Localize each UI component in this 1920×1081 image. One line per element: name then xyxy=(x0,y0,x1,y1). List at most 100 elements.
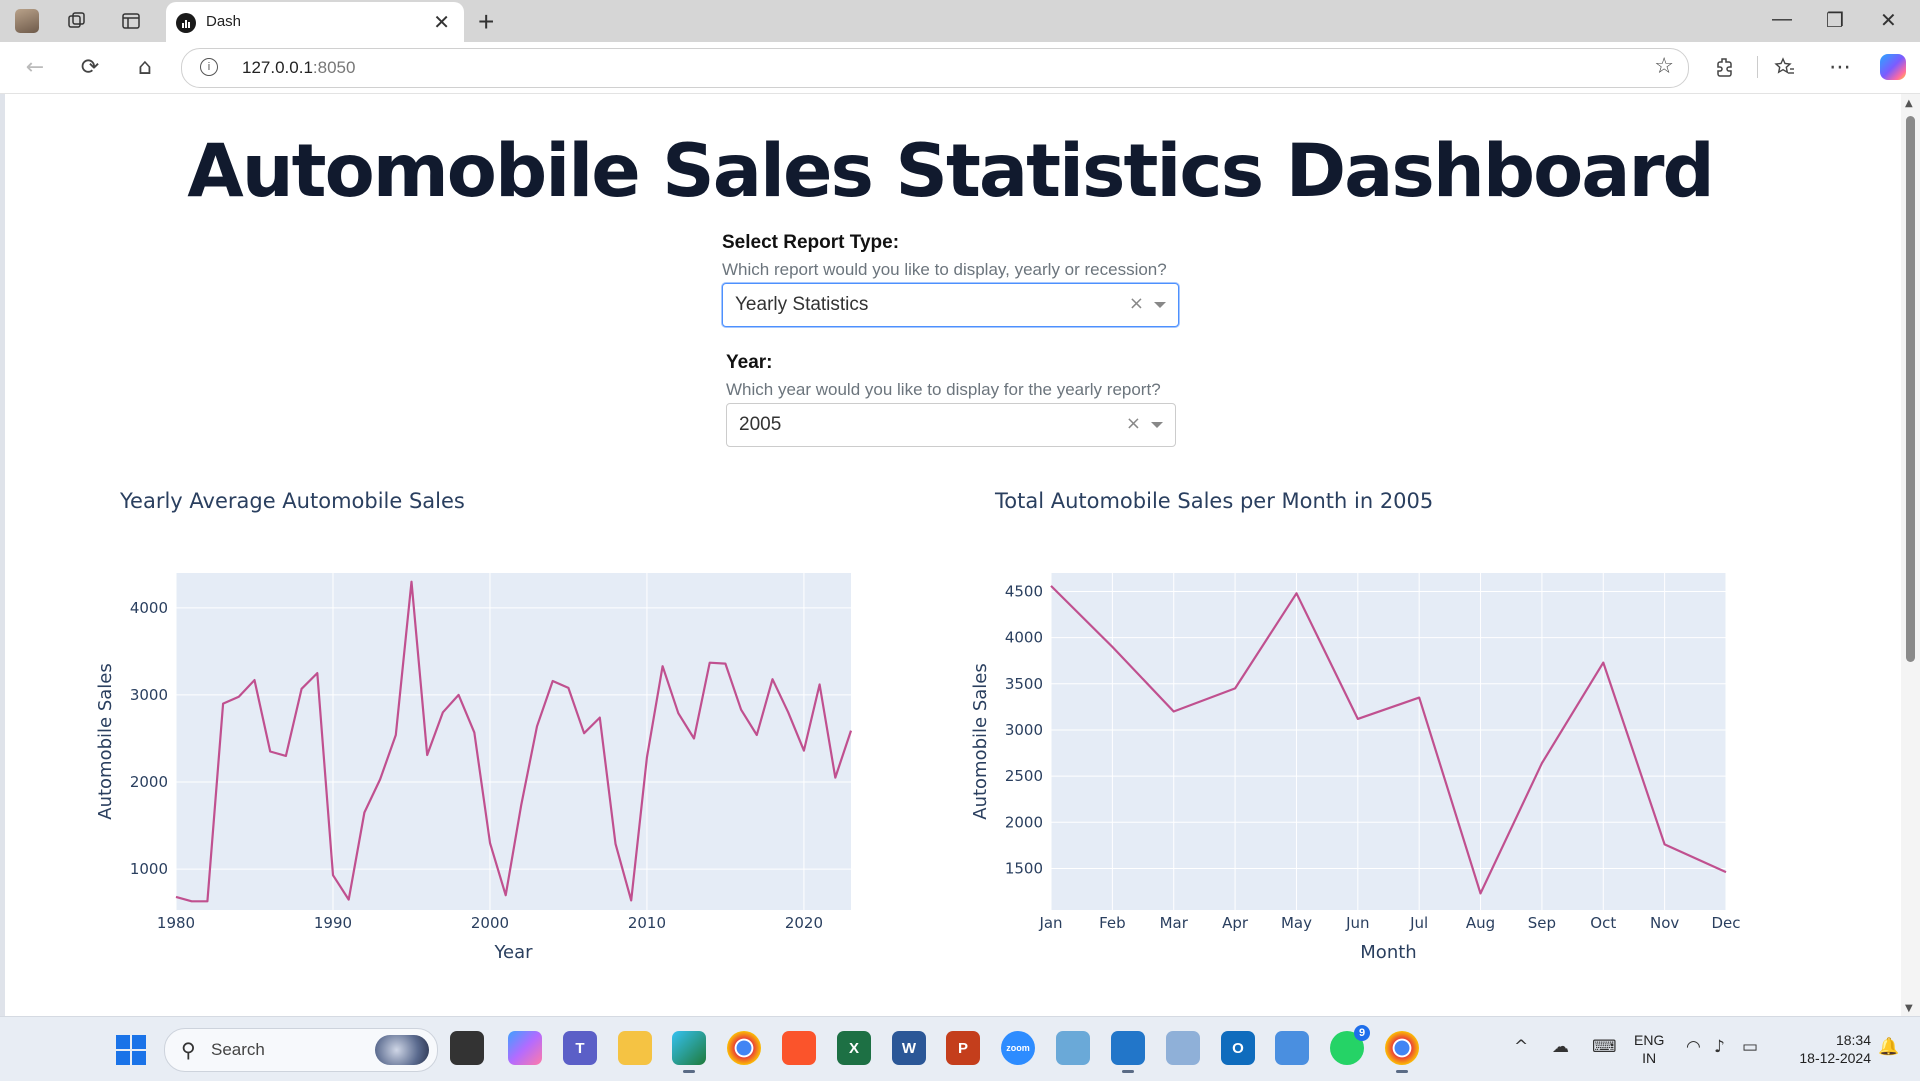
toolbar-divider xyxy=(1757,56,1758,78)
keyboard-icon[interactable]: ⌨ xyxy=(1592,1037,1617,1057)
chart-title: Total Automobile Sales per Month in 2005 xyxy=(994,489,1433,513)
x-tick-label: Mar xyxy=(1160,914,1189,932)
url-text[interactable]: 127.0.0.1:8050 xyxy=(242,58,355,78)
y-axis-label: Automobile Sales xyxy=(970,663,991,819)
data-point[interactable] xyxy=(1600,660,1606,666)
data-point[interactable] xyxy=(1355,716,1361,722)
search-icon: ⚲ xyxy=(181,1038,196,1062)
extensions-icon[interactable] xyxy=(1710,52,1740,82)
x-tick-label: Aug xyxy=(1466,914,1495,932)
data-point[interactable] xyxy=(1109,644,1115,650)
whatsapp-icon[interactable]: 9 xyxy=(1330,1025,1370,1065)
teams-icon[interactable]: T xyxy=(563,1031,597,1065)
language-code: ENG xyxy=(1634,1032,1665,1048)
site-info-icon[interactable]: i xyxy=(200,58,218,76)
y-tick-label: 1500 xyxy=(1005,859,1043,877)
copilot-icon[interactable] xyxy=(1880,54,1906,80)
brave-icon[interactable] xyxy=(782,1031,816,1065)
url-host: 127.0.0.1 xyxy=(242,58,313,77)
word-icon[interactable]: W xyxy=(892,1031,926,1065)
workspaces-icon[interactable] xyxy=(64,8,90,34)
page-viewport: Automobile Sales Statistics Dashboard Se… xyxy=(5,94,1901,1016)
edge-icon[interactable] xyxy=(672,1031,706,1073)
search-highlight-icon xyxy=(375,1035,429,1065)
data-point[interactable] xyxy=(1662,841,1668,847)
restore-icon[interactable]: ❐ xyxy=(1826,8,1844,33)
data-point[interactable] xyxy=(1478,890,1484,896)
data-point[interactable] xyxy=(1293,590,1299,596)
whatsapp-notification-badge: 9 xyxy=(1354,1025,1370,1041)
x-tick-label: May xyxy=(1281,914,1312,932)
profile-avatar-icon[interactable] xyxy=(14,8,40,34)
more-options-icon[interactable]: ⋯ xyxy=(1825,52,1855,82)
chrome-profile-icon[interactable] xyxy=(1385,1031,1419,1073)
y-tick-label: 2000 xyxy=(1005,813,1043,831)
home-icon[interactable]: ⌂ xyxy=(130,52,160,82)
dash-favicon-icon xyxy=(176,13,196,33)
taskbar-search[interactable]: ⚲ Search xyxy=(164,1028,438,1072)
window-close-icon[interactable]: ✕ xyxy=(1880,8,1897,33)
x-tick-label: Jun xyxy=(1345,914,1369,932)
tab-dash[interactable]: Dash ✕ xyxy=(166,2,464,42)
outlook-icon[interactable]: O xyxy=(1221,1031,1255,1065)
x-tick-label: Apr xyxy=(1222,914,1249,932)
system-clock[interactable]: 18:34 18-12-2024 xyxy=(1785,1031,1871,1067)
vscode-icon[interactable] xyxy=(1111,1031,1145,1073)
show-hidden-icons-chevron-icon[interactable]: ^ xyxy=(1514,1037,1528,1057)
tab-title: Dash xyxy=(206,13,242,30)
page-scrollbar[interactable]: ▲ ▼ xyxy=(1901,94,1920,1016)
x-tick-label: Nov xyxy=(1650,914,1679,932)
favorite-star-icon[interactable]: ☆ xyxy=(1654,54,1674,79)
scroll-down-icon[interactable]: ▼ xyxy=(1905,1003,1913,1014)
battery-icon[interactable]: ▭ xyxy=(1742,1037,1758,1057)
new-tab-button[interactable]: + xyxy=(478,6,494,38)
chrome-icon[interactable] xyxy=(727,1031,761,1065)
data-point[interactable] xyxy=(1232,685,1238,691)
x-tick-label: Dec xyxy=(1711,914,1740,932)
y-tick-label: 3000 xyxy=(1005,721,1043,739)
snipping-tool-icon[interactable] xyxy=(1056,1031,1090,1065)
y-tick-label: 4000 xyxy=(1005,629,1043,647)
x-tick-label: Jan xyxy=(1038,914,1062,932)
windows-taskbar: ⚲ Search T X W P zoom O 9 ^ ☁ ⌨ ENG IN ◠… xyxy=(0,1016,1920,1081)
task-view-icon[interactable] xyxy=(450,1031,484,1065)
close-tab-icon[interactable]: ✕ xyxy=(433,10,450,34)
wifi-icon[interactable]: ◠ xyxy=(1686,1037,1701,1057)
excel-icon[interactable]: X xyxy=(837,1031,871,1065)
reload-icon[interactable]: ⟳ xyxy=(75,52,105,82)
data-point[interactable] xyxy=(1416,695,1422,701)
monthly-sales-chart[interactable]: 1500 2000 2500 3000 3500 4000 4500 Jan Feb Mar Apr… xyxy=(5,94,1895,1016)
browser-tab-strip: Dash ✕ + — ❐ ✕ xyxy=(0,0,1920,42)
tab-actions-icon[interactable] xyxy=(118,8,144,34)
zoom-icon[interactable]: zoom xyxy=(1001,1031,1035,1065)
onedrive-icon[interactable]: ☁ xyxy=(1552,1037,1569,1057)
x-tick-label: Feb xyxy=(1099,914,1126,932)
data-point[interactable] xyxy=(1723,869,1729,875)
minimize-icon[interactable]: — xyxy=(1772,8,1792,31)
scroll-up-icon[interactable]: ▲ xyxy=(1905,98,1913,109)
data-point[interactable] xyxy=(1171,708,1177,714)
favorites-icon[interactable] xyxy=(1770,52,1800,82)
browser-toolbar: ← ⟳ ⌂ i 127.0.0.1:8050 ☆ ⋯ xyxy=(0,42,1920,94)
y-tick-label: 4500 xyxy=(1005,582,1043,600)
x-tick-label: Oct xyxy=(1590,914,1616,932)
azure-icon[interactable] xyxy=(1275,1031,1309,1065)
data-point[interactable] xyxy=(1048,583,1054,589)
language-indicator[interactable]: ENG IN xyxy=(1634,1031,1664,1067)
windows-start-icon[interactable] xyxy=(116,1035,146,1065)
clock-date: 18-12-2024 xyxy=(1799,1050,1871,1066)
back-icon[interactable]: ← xyxy=(20,52,50,82)
x-tick-label: Sep xyxy=(1528,914,1556,932)
notification-bell-icon[interactable]: 🔔 xyxy=(1878,1037,1899,1057)
copilot-app-icon[interactable] xyxy=(508,1031,542,1065)
data-point[interactable] xyxy=(1539,760,1545,766)
volume-icon[interactable]: ♪ xyxy=(1714,1037,1725,1057)
address-bar[interactable]: i 127.0.0.1:8050 ☆ xyxy=(181,48,1689,88)
x-axis-label: Month xyxy=(1360,942,1416,963)
stocks-app-icon[interactable] xyxy=(1166,1031,1200,1065)
clock-time: 18:34 xyxy=(1835,1032,1871,1048)
file-explorer-icon[interactable] xyxy=(618,1031,652,1065)
plot-area xyxy=(1051,573,1726,910)
powerpoint-icon[interactable]: P xyxy=(946,1031,980,1065)
scrollbar-thumb[interactable] xyxy=(1906,116,1915,662)
